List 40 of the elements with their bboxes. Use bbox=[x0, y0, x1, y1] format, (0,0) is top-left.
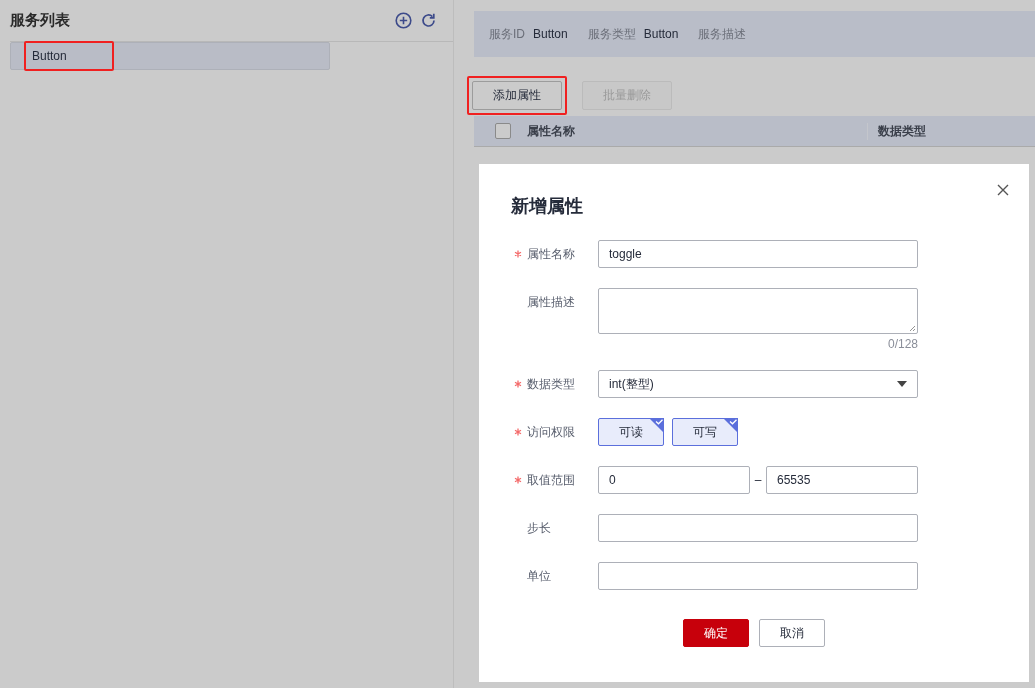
char-counter: 0/128 bbox=[887, 337, 918, 351]
check-corner-icon bbox=[723, 418, 738, 433]
resize-grip-icon[interactable] bbox=[909, 325, 916, 332]
toolbar-button[interactable]: 添加属性 bbox=[472, 81, 562, 110]
field-label: 属性描述 bbox=[527, 293, 575, 311]
panel-title: 服务列表 bbox=[10, 11, 70, 30]
text-field[interactable]: toggle bbox=[598, 240, 918, 268]
min-field[interactable]: 0 bbox=[598, 466, 750, 494]
field-label: 步长 bbox=[527, 519, 551, 537]
field-label: 单位 bbox=[527, 567, 551, 585]
type-dropdown[interactable]: int(整型) bbox=[598, 370, 918, 398]
select-all-checkbox[interactable] bbox=[495, 123, 511, 139]
info-value: Button bbox=[643, 27, 679, 41]
field-label: 属性名称 bbox=[527, 245, 575, 263]
range-separator: – bbox=[753, 473, 763, 487]
max-field[interactable]: 65535 bbox=[766, 466, 918, 494]
add-icon[interactable] bbox=[395, 12, 412, 29]
check-corner-icon bbox=[649, 418, 664, 433]
column-header: 数据类型 bbox=[877, 122, 926, 140]
info-label: 服务ID bbox=[489, 25, 525, 43]
info-value: Button bbox=[533, 27, 568, 41]
text-field[interactable] bbox=[598, 514, 918, 542]
description-field[interactable] bbox=[598, 288, 918, 334]
field-label: 访问权限 bbox=[527, 423, 575, 441]
field-label: 取值范围 bbox=[527, 471, 575, 489]
caret-icon bbox=[897, 381, 907, 387]
info-label: 服务类型 bbox=[587, 25, 636, 43]
item-label: Button bbox=[24, 41, 114, 71]
permission-chip[interactable]: 可写 bbox=[672, 418, 738, 446]
field-label: 数据类型 bbox=[527, 375, 575, 393]
close-icon[interactable] bbox=[997, 184, 1009, 196]
permission-chip[interactable]: 可读 bbox=[598, 418, 664, 446]
dialog-title: 新增属性 bbox=[511, 195, 584, 218]
refresh-icon[interactable] bbox=[420, 12, 437, 29]
text-field[interactable] bbox=[598, 562, 918, 590]
confirm-button[interactable]: 确定 bbox=[683, 619, 749, 647]
info-label: 服务描述 bbox=[698, 25, 747, 43]
column-header: 属性名称 bbox=[517, 122, 868, 140]
cancel-button[interactable]: 取消 bbox=[759, 619, 825, 647]
service-list-item[interactable]: Button bbox=[10, 42, 330, 70]
